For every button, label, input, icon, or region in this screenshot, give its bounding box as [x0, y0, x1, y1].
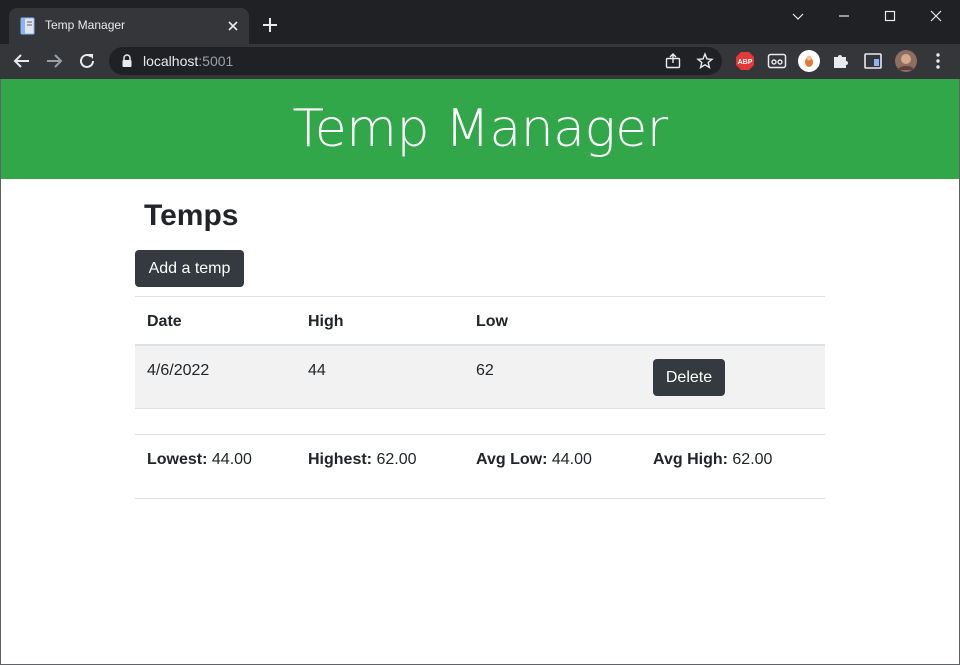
- temps-table: Date High Low 4/6/2022 44 62 Delete: [135, 296, 825, 409]
- stat-lowest-value: 44.00: [211, 451, 252, 468]
- kebab-menu-icon[interactable]: [928, 51, 948, 71]
- app-title: Temp Manager: [292, 99, 668, 159]
- maximize-icon[interactable]: [867, 0, 913, 32]
- abp-icon[interactable]: ABP: [735, 51, 755, 71]
- plus-icon[interactable]: [259, 14, 281, 36]
- share-icon[interactable]: [664, 52, 682, 70]
- stat-avg-high: Avg High: 62.00: [653, 451, 772, 469]
- arrow-left-icon[interactable]: [10, 49, 34, 73]
- arrow-right-icon[interactable]: [42, 49, 66, 73]
- minimize-icon[interactable]: [821, 0, 867, 32]
- cell-low: 62: [476, 362, 494, 379]
- window-border-left: [0, 79, 1, 665]
- url-port: :5001: [198, 53, 234, 69]
- cell-date: 4/6/2022: [147, 362, 210, 379]
- page-title: Temps: [144, 199, 239, 232]
- add-temp-button[interactable]: Add a temp: [135, 250, 244, 287]
- delete-button[interactable]: Delete: [653, 359, 725, 396]
- page-icon: [20, 17, 36, 35]
- url-text: localhost:5001: [143, 53, 233, 69]
- table-row: 4/6/2022 44 62 Delete: [135, 346, 825, 409]
- tab-title: Temp Manager: [45, 18, 126, 32]
- window-close-icon[interactable]: [913, 0, 959, 32]
- column-header-date: Date: [147, 313, 182, 330]
- close-icon[interactable]: [223, 16, 243, 36]
- reload-icon[interactable]: [75, 49, 99, 73]
- browser-title-bar: Temp Manager: [0, 0, 960, 44]
- address-bar[interactable]: localhost:5001: [109, 47, 722, 75]
- stat-lowest-label: Lowest:: [147, 451, 208, 468]
- abp-icon-label: ABP: [738, 59, 753, 66]
- column-header-high: High: [308, 313, 344, 330]
- cell-high: 44: [308, 362, 326, 379]
- url-host: localhost: [143, 53, 199, 69]
- stat-lowest: Lowest: 44.00: [147, 451, 252, 469]
- stat-avg-high-value: 62.00: [732, 451, 773, 468]
- stat-avg-low-value: 44.00: [551, 451, 592, 468]
- browser-tab[interactable]: Temp Manager: [9, 8, 249, 44]
- stat-highest-label: Highest:: [308, 451, 372, 468]
- stats-summary: Lowest: 44.00 Highest: 62.00 Avg Low: 44…: [135, 434, 825, 499]
- lock-icon[interactable]: [121, 54, 133, 73]
- app-header: Temp Manager: [1, 79, 959, 179]
- extension-circle-icon[interactable]: [797, 49, 821, 73]
- browser-toolbar: localhost:5001 ABP: [0, 44, 960, 79]
- extension-icon[interactable]: [767, 51, 787, 71]
- stat-highest: Highest: 62.00: [308, 451, 417, 469]
- column-header-low: Low: [476, 313, 508, 330]
- stat-avg-high-label: Avg High:: [653, 451, 728, 468]
- star-icon[interactable]: [696, 52, 714, 70]
- puzzle-icon[interactable]: [831, 51, 851, 71]
- chevron-down-icon[interactable]: [775, 0, 821, 32]
- stat-avg-low-label: Avg Low:: [476, 451, 548, 468]
- sidepanel-icon[interactable]: [863, 51, 883, 71]
- page-viewport: Temp Manager Temps Add a temp Date High …: [1, 79, 959, 664]
- avatar[interactable]: [894, 49, 918, 73]
- stat-avg-low: Avg Low: 44.00: [476, 451, 592, 469]
- table-header-row: Date High Low: [135, 296, 825, 346]
- stat-highest-value: 62.00: [376, 451, 417, 468]
